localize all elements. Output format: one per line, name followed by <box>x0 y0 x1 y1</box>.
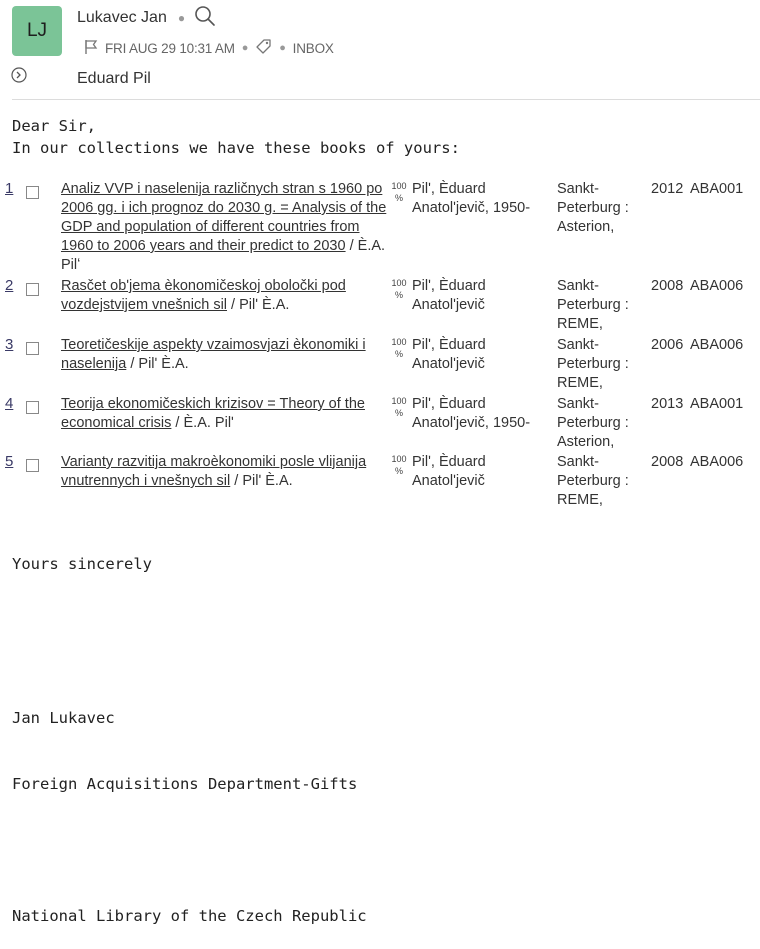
book-title-link[interactable]: Teoretičeskije aspekty vzaimosvjazi èkon… <box>61 337 366 372</box>
book-author: Pilʹ, Èduard Anatolʹjevič <box>412 454 486 489</box>
book-checkbox[interactable] <box>26 401 39 414</box>
book-year: 2008 <box>651 278 684 294</box>
book-responsibility: / È.A. Pilʹ <box>171 415 234 431</box>
expand-recipients-icon[interactable] <box>11 67 29 85</box>
salutation: Dear Sir, <box>12 117 96 135</box>
book-publisher: Sankt-Peterburg : REME, <box>557 337 629 391</box>
book-year: 2006 <box>651 337 684 353</box>
match-percent: 100 % <box>391 396 407 418</box>
sender-name[interactable]: Lukavec Jan <box>77 9 167 27</box>
book-responsibility: / Pilʹ È.A. <box>227 297 290 313</box>
sender-avatar: LJ <box>12 6 62 56</box>
book-number-link[interactable]: 5 <box>5 453 13 470</box>
book-title-cell: Analiz VVP i naselenija različnych stran… <box>61 180 391 275</box>
match-percent: 100 % <box>391 181 407 203</box>
message-date: FRI AUG 29 10:31 AM <box>105 40 235 56</box>
book-checkbox[interactable] <box>26 283 39 296</box>
book-checkbox[interactable] <box>26 186 39 199</box>
match-percent: 100 % <box>391 337 407 359</box>
header-divider <box>12 99 760 100</box>
book-title-cell: Varianty razvitija makroèkonomiki posle … <box>61 453 391 491</box>
signer-department: Foreign Acquisitions Department-Gifts <box>12 775 358 793</box>
match-percent: 100 % <box>391 278 407 300</box>
signer-name: Jan Lukavec <box>12 709 115 727</box>
signature-block: Yours sincerely Jan Lukavec Foreign Acqu… <box>12 509 367 949</box>
book-code: ABA006 <box>690 337 744 353</box>
book-code: ABA001 <box>690 396 744 412</box>
signer-institution: National Library of the Czech Republic <box>12 907 367 925</box>
signature-spacer <box>12 619 367 663</box>
intro-text: In our collections we have these books o… <box>12 139 460 157</box>
book-publisher: Sankt-Peterburg : REME, <box>557 454 629 508</box>
book-title-cell: Teoretičeskije aspekty vzaimosvjazi èkon… <box>61 336 391 374</box>
book-checkbox[interactable] <box>26 342 39 355</box>
book-code: ABA006 <box>690 454 744 470</box>
folder-label[interactable]: INBOX <box>293 41 334 56</box>
book-publisher: Sankt-Peterburg : Asterion, <box>557 396 629 450</box>
message-meta: FRI AUG 29 10:31 AM ● ● INBOX <box>84 38 334 58</box>
greeting: Dear Sir, In our collections we have the… <box>12 115 460 159</box>
book-number-link[interactable]: 1 <box>5 180 13 197</box>
book-responsibility: / Pilʹ È.A. <box>126 356 189 372</box>
book-title-link[interactable]: Varianty razvitija makroèkonomiki posle … <box>61 454 366 489</box>
book-code: ABA006 <box>690 278 744 294</box>
book-year: 2013 <box>651 396 684 412</box>
book-number-link[interactable]: 4 <box>5 395 13 412</box>
book-author: Pilʹ, Èduard Anatolʹjevič, 1950- <box>412 396 531 431</box>
book-title-cell: Teorija ekonomičeskich krizisov = Theory… <box>61 395 391 433</box>
separator-dot: ● <box>177 11 186 25</box>
separator-dot: ● <box>279 42 286 54</box>
book-year: 2008 <box>651 454 684 470</box>
flag-icon[interactable] <box>84 39 98 58</box>
book-author: Pilʹ, Èduard Anatolʹjevič <box>412 337 486 372</box>
book-number-link[interactable]: 3 <box>5 336 13 353</box>
signature-spacer <box>12 839 367 861</box>
book-number-link[interactable]: 2 <box>5 277 13 294</box>
book-code: ABA001 <box>690 181 744 197</box>
book-responsibility: / Pilʹ È.A. <box>230 473 293 489</box>
book-author: Pilʹ, Èduard Anatolʹjevič, 1950- <box>412 181 531 216</box>
book-title-link[interactable]: Rasčet obʹjema èkonomičeskoj oboločki po… <box>61 278 346 313</box>
book-publisher: Sankt-Peterburg : Asterion, <box>557 181 629 235</box>
sender-row: Lukavec Jan ● <box>77 5 216 32</box>
book-title-cell: Rasčet obʹjema èkonomičeskoj oboločki po… <box>61 277 391 315</box>
recipient-name[interactable]: Eduard Pil <box>77 70 151 88</box>
book-publisher: Sankt-Peterburg : REME, <box>557 278 629 332</box>
sign-off: Yours sincerely <box>12 555 152 573</box>
separator-dot: ● <box>241 42 249 54</box>
tag-icon[interactable] <box>255 38 272 58</box>
book-author: Pilʹ, Èduard Anatolʹjevič <box>412 278 486 313</box>
match-percent: 100 % <box>391 454 407 476</box>
book-checkbox[interactable] <box>26 459 39 472</box>
book-title-link[interactable]: Analiz VVP i naselenija različnych stran… <box>61 181 386 254</box>
book-year: 2012 <box>651 181 684 197</box>
message-header: LJ Lukavec Jan ● FRI AUG 29 10:31 AM ● ● <box>0 0 760 100</box>
search-icon[interactable] <box>194 5 216 32</box>
